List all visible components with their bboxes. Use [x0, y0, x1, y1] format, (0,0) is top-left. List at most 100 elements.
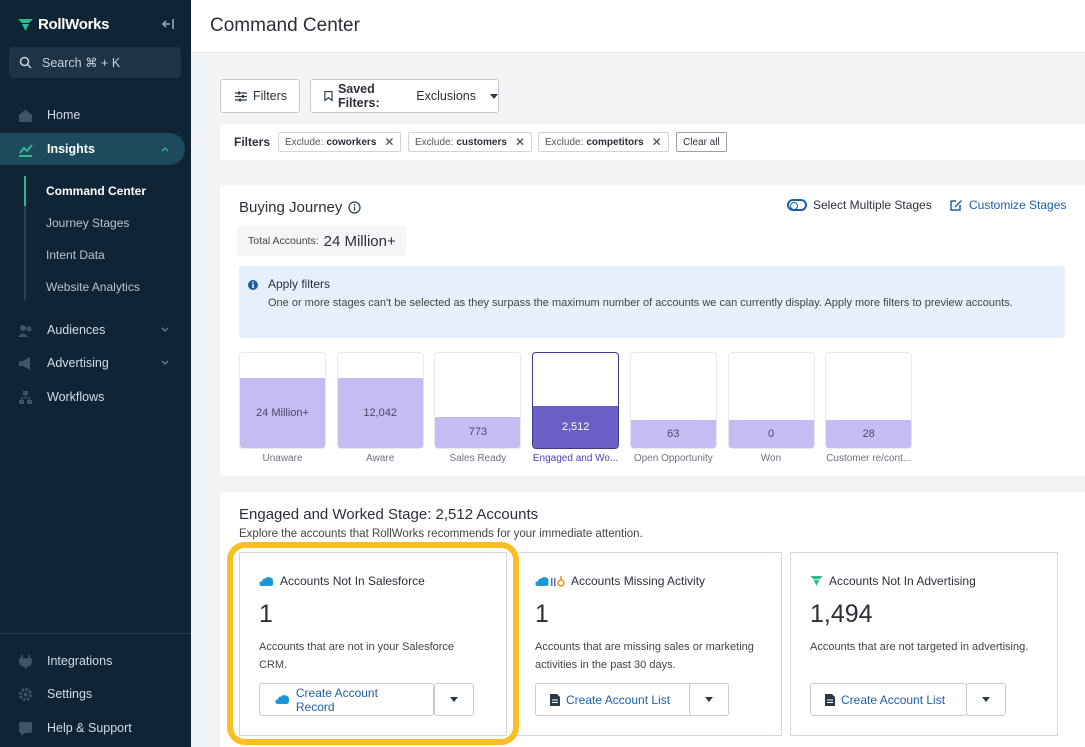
chevron-up-icon [161, 147, 169, 152]
nav-audiences-label: Audiences [47, 323, 106, 337]
rollworks-logo[interactable]: RollWorks [18, 16, 110, 33]
stage-bar: 12,042 [337, 377, 423, 448]
info-circle-icon [248, 280, 258, 290]
nav-insights[interactable]: Insights [0, 133, 185, 165]
create-list-options-dropdown[interactable] [966, 683, 1006, 716]
stage-sales-ready[interactable]: 773 Sales Ready [434, 352, 522, 464]
filters-button[interactable]: Filters [220, 79, 300, 113]
filter-chip-coworkers: Exclude: coworkers ✕ [278, 132, 402, 152]
create-record-options-dropdown[interactable] [434, 683, 474, 716]
stage-count: 773 [468, 426, 488, 439]
stage-label: Unaware [262, 453, 303, 464]
customize-stages-link[interactable]: Customize Stages [949, 198, 1066, 212]
stage-count: 28 [862, 428, 875, 441]
nav-integrations[interactable]: Integrations [0, 645, 185, 677]
nav-workflows[interactable]: Workflows [0, 381, 185, 413]
card-header: Accounts Not In Advertising [810, 574, 976, 588]
stage-count: 24 Million+ [256, 406, 309, 419]
stage-won[interactable]: 0 Won [727, 352, 815, 464]
nav-help[interactable]: Help & Support [0, 712, 185, 744]
document-icon [550, 693, 560, 706]
sidebar-item-website-analytics[interactable]: Website Analytics [46, 280, 140, 294]
stage-bar-container: 773 [434, 352, 522, 449]
stage-label: Aware [366, 453, 395, 464]
stage-bar: 28 [826, 420, 912, 448]
total-accounts-label: Total Accounts: [248, 235, 319, 247]
search-input[interactable]: Search ⌘ + K [9, 47, 181, 78]
create-list-options-dropdown[interactable] [689, 683, 729, 716]
search-icon [19, 56, 32, 69]
create-account-record-button[interactable]: Create Account Record [259, 683, 434, 716]
sidebar-item-command-center[interactable]: Command Center [46, 184, 146, 198]
sliders-icon [235, 91, 247, 101]
stage-bar-container: 24 Million+ [239, 352, 326, 449]
nav-home-label: Home [47, 108, 81, 122]
clear-all-button[interactable]: Clear all [676, 132, 727, 152]
saved-filters-dropdown[interactable]: Saved Filters: Exclusions [310, 79, 499, 113]
card-header: Accounts Missing Activity [535, 574, 705, 588]
info-icon[interactable] [348, 201, 362, 214]
megaphone-icon [19, 356, 30, 370]
button-label: Create Account List [566, 692, 671, 707]
remove-chip-icon[interactable]: ✕ [515, 135, 525, 149]
document-icon [825, 693, 835, 706]
recommendation-card-salesforce: Accounts Not In Salesforce 1 Accounts th… [239, 552, 507, 736]
buying-journey-card: Buying Journey Total Accounts: 24 Millio… [220, 185, 1085, 476]
nav-settings[interactable]: Settings [0, 678, 185, 710]
stage-label: Won [760, 453, 782, 464]
card-description: Accounts that are missing sales or marke… [535, 641, 754, 671]
caret-down-icon [490, 93, 498, 99]
insights-icon [19, 143, 33, 157]
stage-bar: 24 Million+ [240, 377, 325, 448]
caret-down-icon [450, 697, 458, 702]
engaged-stage-subtitle: Explore the accounts that RollWorks reco… [239, 528, 643, 540]
rollworks-logo-icon [18, 18, 33, 31]
card-header: Accounts Not In Salesforce [259, 574, 425, 588]
nav-advertising[interactable]: Advertising [0, 347, 185, 379]
create-account-list-button[interactable]: Create Account List [810, 683, 967, 716]
active-filters-label: Filters [234, 135, 271, 149]
nav-help-label: Help & Support [47, 721, 132, 735]
stage-bar-container: 0 [727, 352, 815, 449]
stage-bar: 63 [630, 420, 716, 448]
nav-home[interactable]: Home [0, 99, 185, 131]
chevron-down-icon [161, 360, 169, 365]
integrations-logos-icon [535, 575, 565, 587]
stage-customer-re-cont[interactable]: 28 Customer re/cont... [825, 352, 913, 464]
stage-unaware[interactable]: 24 Million+ Unaware [239, 352, 326, 464]
stage-label: Open Opportunity [633, 453, 713, 464]
stage-aware[interactable]: 12,042 Aware [336, 352, 424, 464]
button-label: Create Account Record [295, 685, 378, 714]
sidebar-item-journey-stages[interactable]: Journey Stages [46, 216, 129, 230]
stage-bar: 773 [435, 416, 521, 448]
button-label: Create Account List [841, 692, 946, 707]
chip-prefix: Exclude: [285, 136, 324, 148]
stage-bar: 0 [728, 420, 814, 448]
stage-open-opportunity[interactable]: 63 Open Opportunity [629, 352, 717, 464]
home-icon [19, 109, 32, 122]
nav-advertising-label: Advertising [47, 356, 109, 370]
filter-chip-customers: Exclude: customers ✕ [408, 132, 532, 152]
stage-label: Sales Ready [449, 453, 507, 464]
card-count: 1,494 [810, 600, 873, 628]
stage-bar-container: 28 [825, 352, 913, 449]
stage-engaged-and-wo[interactable]: 2,512 Engaged and Wo... [532, 352, 620, 464]
edit-icon [950, 200, 962, 211]
caret-down-icon [705, 697, 713, 702]
stage-count: 63 [667, 428, 680, 441]
sidebar-item-intent-data[interactable]: Intent Data [46, 248, 105, 262]
chip-value: customers [456, 136, 507, 148]
collapse-sidebar-icon[interactable] [161, 17, 175, 31]
create-account-list-button[interactable]: Create Account List [535, 683, 693, 716]
card-title: Accounts Not In Salesforce [280, 574, 425, 588]
page-header: Command Center [191, 0, 1085, 53]
nav-audiences[interactable]: Audiences [0, 314, 185, 346]
nav-settings-label: Settings [47, 687, 93, 701]
remove-chip-icon[interactable]: ✕ [652, 135, 662, 149]
caret-down-icon [982, 697, 990, 702]
select-multiple-stages-toggle[interactable]: Select Multiple Stages [787, 198, 932, 212]
bookmark-icon [324, 90, 333, 102]
chip-value: competitors [586, 136, 644, 148]
remove-chip-icon[interactable]: ✕ [384, 135, 394, 149]
buying-journey-title: Buying Journey [239, 199, 362, 216]
